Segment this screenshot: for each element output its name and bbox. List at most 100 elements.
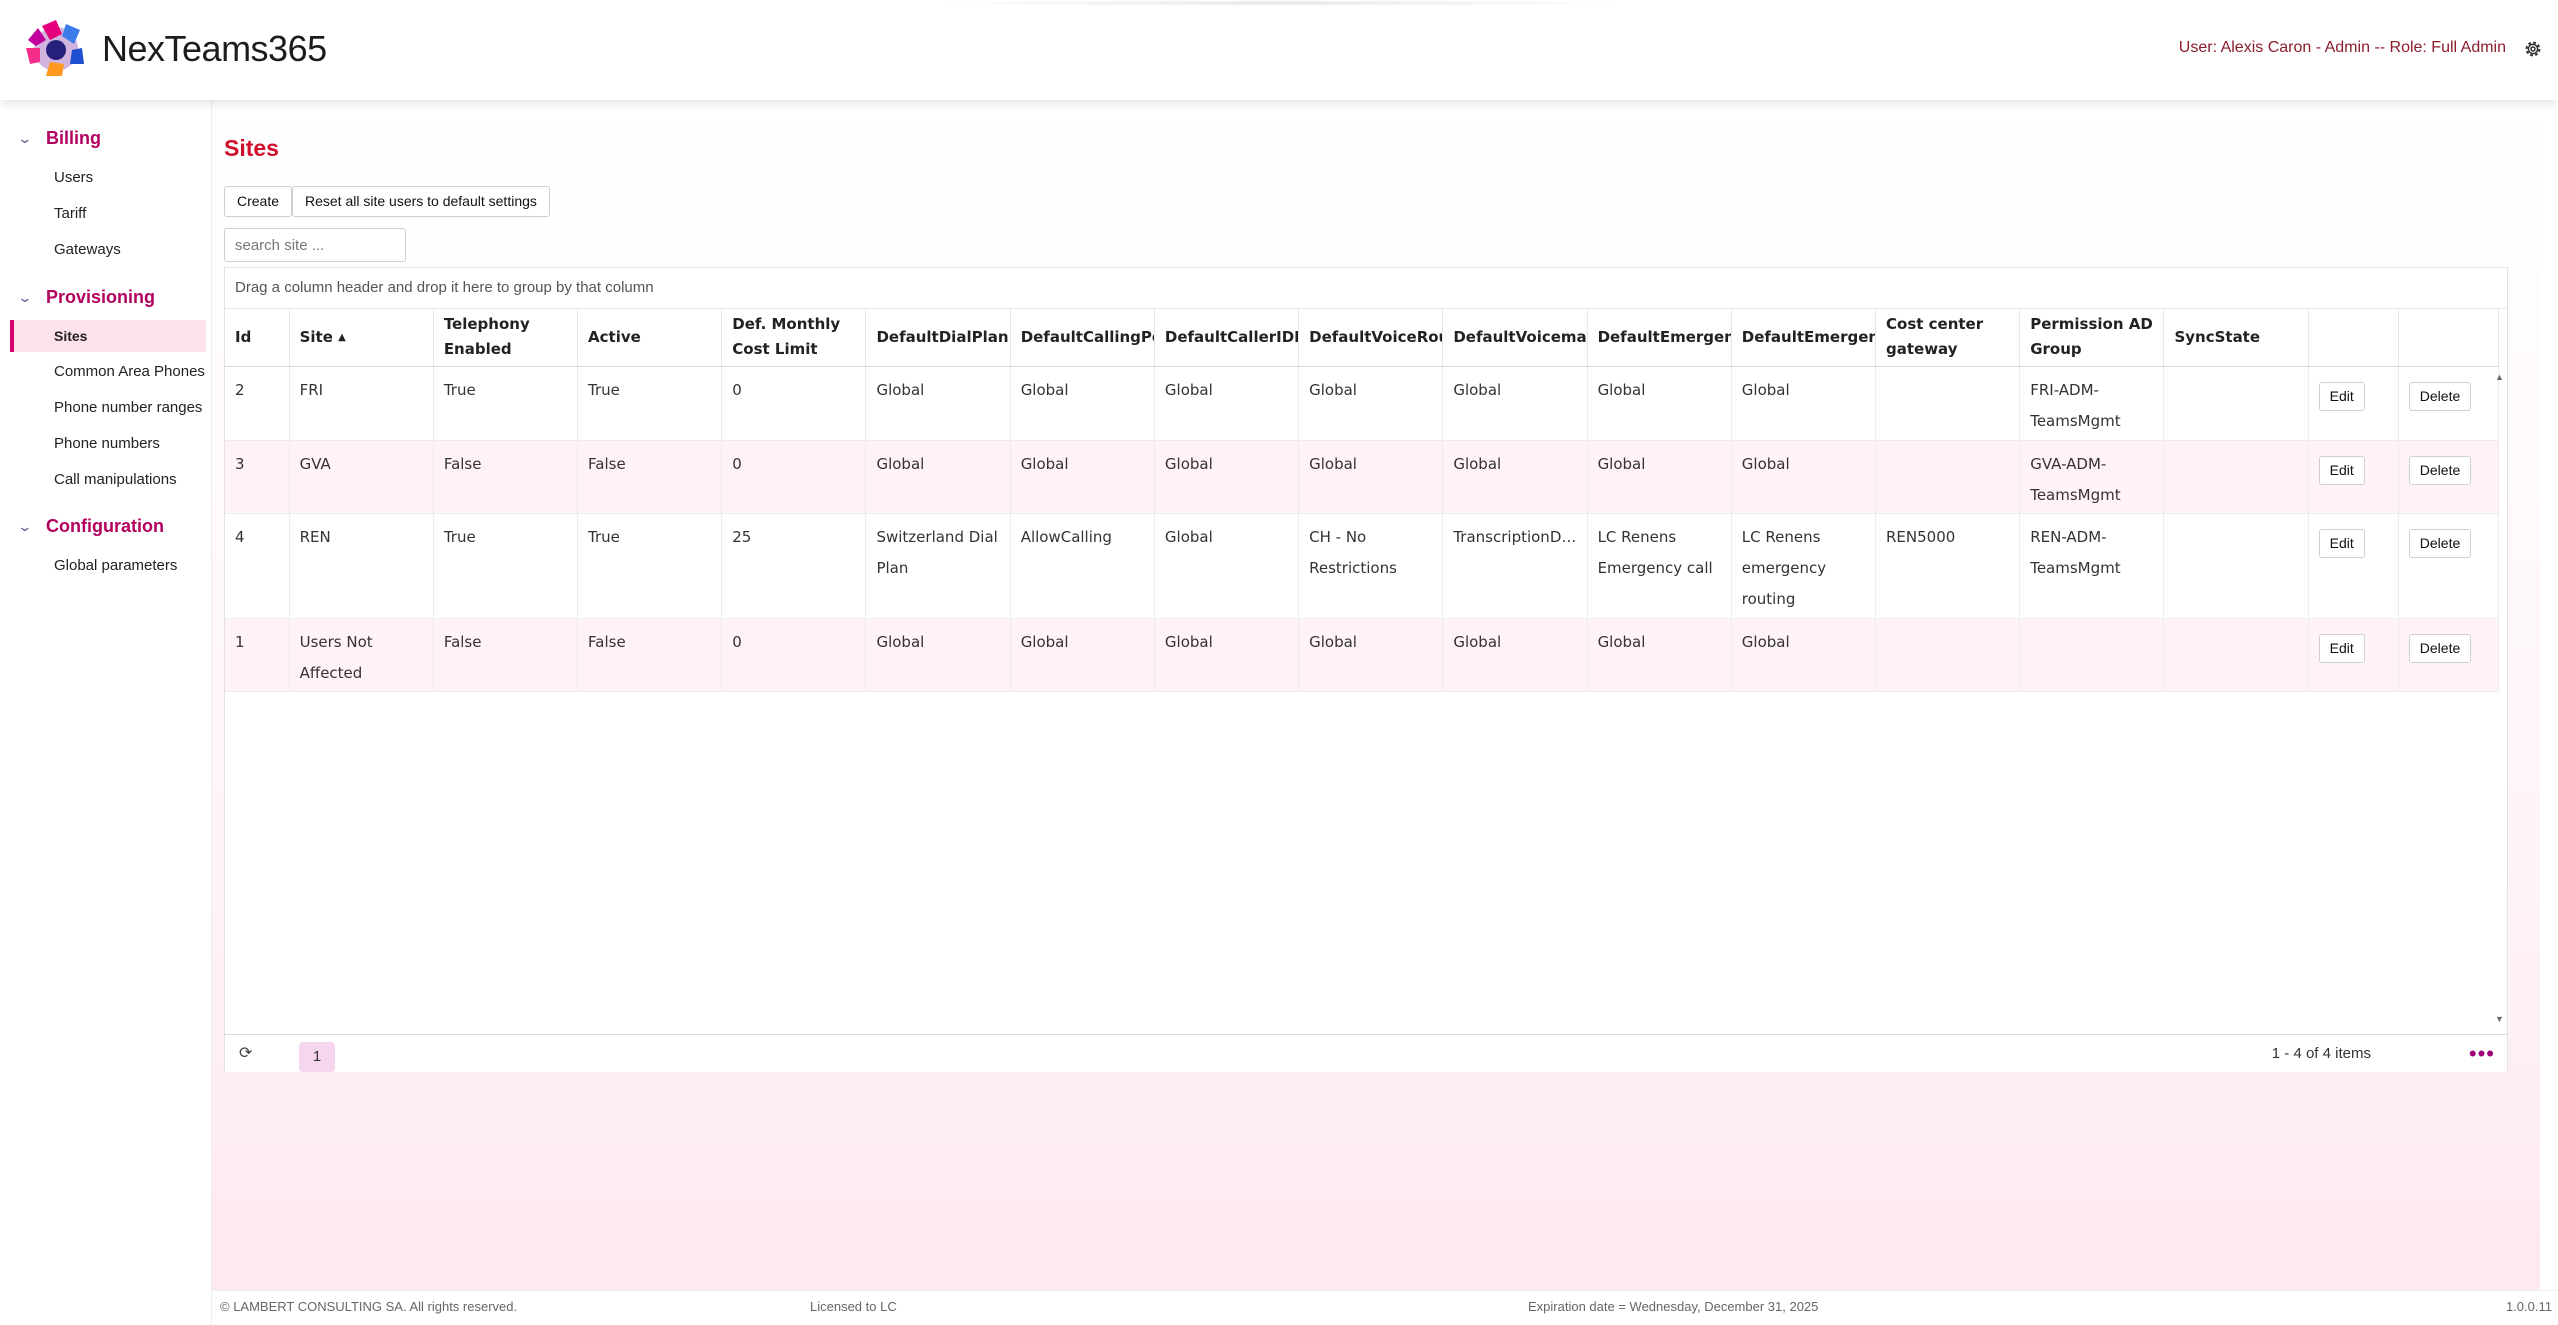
edit-button[interactable]: Edit [2318,528,2365,558]
cell-emergency-call: Global [1597,632,1646,651]
table-row[interactable]: 3 GVA False False 0 Global Global Global… [225,440,2500,514]
cell-cost-limit: 0 [732,380,742,399]
table-row[interactable]: 4 REN True True 25 Switzerland Dial Plan… [225,513,2500,619]
pager-info: 1 - 4 of 4 items [2271,1045,2371,1062]
cell-calling-policy: Global [1020,380,1069,399]
create-button[interactable]: Create [224,186,293,217]
scroll-down-icon[interactable]: ▼ [2495,1014,2504,1024]
cell-telephony: True [443,380,476,399]
cell-telephony: False [443,454,482,473]
cell-caller-id: Global [1164,527,1213,546]
cell-site: REN [299,527,331,546]
sidebar-item-phone-number-ranges[interactable]: Phone number ranges [10,392,206,424]
app-footer: © LAMBERT CONSULTING SA. All rights rese… [212,1290,2558,1325]
cell-emergency-routing: Global [1741,380,1790,399]
delete-button[interactable]: Delete [2408,381,2472,411]
cell-emergency-routing: Global [1741,454,1790,473]
chevron-down-icon: ⌄ [17,130,33,146]
sidebar-item-sites[interactable]: Sites [10,320,206,352]
column-header-active[interactable]: Active [577,309,723,367]
cell-active: True [588,527,620,546]
cell-id: 1 [235,632,245,651]
cell-ad-group: REN-ADM-TeamsMgmt [2030,527,2121,577]
cell-calling-policy: AllowCalling [1020,527,1112,546]
sidebar-item-call-manipulations[interactable]: Call manipulations [10,464,206,496]
cell-voice-routing: Global [1309,632,1357,651]
nav-group-configuration[interactable]: ⌄ Configuration [17,516,164,537]
page-title: Sites [224,135,279,161]
column-header-dial-plan[interactable]: DefaultDialPlan [865,309,1011,367]
cell-voicemail: Global [1453,380,1502,399]
cell-site: GVA [299,454,331,473]
edit-button[interactable]: Edit [2318,455,2365,485]
table-header-row: Id Site ▲ Telephony Enabled Active Def. … [225,309,2500,367]
column-header-voice-routing[interactable]: DefaultVoiceRou [1298,309,1444,367]
search-input[interactable] [224,228,406,262]
column-header-emergency-call[interactable]: DefaultEmergenc [1587,309,1732,367]
sites-grid: Drag a column header and drop it here to… [224,267,2508,1072]
grid-pager: ⟳ 1 1 - 4 of 4 items ••• [225,1034,2507,1072]
cell-site: Users Not Affected [299,632,373,682]
column-header-caller-id-policy[interactable]: DefaultCallerIDP [1154,309,1300,367]
cell-caller-id: Global [1164,454,1213,473]
cell-voicemail: Global [1453,454,1502,473]
column-header-sync-state[interactable]: SyncState [2163,309,2309,367]
cell-active: True [588,380,620,399]
cell-id: 2 [235,380,245,399]
cell-voicemail: TranscriptionDi... [1453,527,1577,546]
column-header-voicemail[interactable]: DefaultVoicemail [1442,309,1588,367]
column-header-monthly-cost-limit[interactable]: Def. Monthly Cost Limit [721,309,867,367]
nav-group-title: Billing [46,128,101,148]
cell-caller-id: Global [1164,632,1213,651]
sidebar: ⌄ Billing Users Tariff Gateways ⌄ Provis… [0,100,212,1325]
sidebar-item-gateways[interactable]: Gateways [10,234,206,266]
cell-emergency-call: Global [1597,454,1646,473]
column-header-telephony-enabled[interactable]: Telephony Enabled [433,309,579,367]
sidebar-item-common-area-phones[interactable]: Common Area Phones [10,356,206,388]
column-header-site[interactable]: Site ▲ [289,309,434,367]
main-content: Sites Create Reset all site users to def… [212,100,2540,1290]
brand-name: NexTeams365 [102,28,327,69]
column-header-id[interactable]: Id [225,309,290,367]
refresh-icon[interactable]: ⟳ [239,1043,252,1063]
more-options-icon[interactable]: ••• [2469,1041,2495,1067]
cell-cost-limit: 0 [732,632,742,651]
sidebar-item-users[interactable]: Users [10,162,206,194]
cell-id: 3 [235,454,245,473]
user-info[interactable]: User: Alexis Caron - Admin -- Role: Full… [2179,39,2506,57]
gear-icon[interactable] [2522,38,2544,60]
nav-group-billing[interactable]: ⌄ Billing [17,128,101,149]
reset-site-users-button[interactable]: Reset all site users to default settings [292,186,550,217]
cell-emergency-routing: Global [1741,632,1790,651]
sidebar-item-tariff[interactable]: Tariff [10,198,206,230]
delete-button[interactable]: Delete [2408,455,2472,485]
cell-emergency-call: LC Renens Emergency call [1597,527,1713,577]
column-header-delete [2398,309,2500,367]
table-row[interactable]: 1 Users Not Affected False False 0 Globa… [225,618,2500,692]
nav-group-provisioning[interactable]: ⌄ Provisioning [17,287,155,308]
group-by-drop-zone[interactable]: Drag a column header and drop it here to… [225,268,2507,309]
column-header-permission-ad-group[interactable]: Permission AD Group [2019,309,2165,367]
delete-button[interactable]: Delete [2408,633,2472,663]
edit-button[interactable]: Edit [2318,381,2365,411]
page-button-current[interactable]: 1 [299,1042,335,1072]
cell-dial-plan: Global [876,380,925,399]
delete-button[interactable]: Delete [2408,528,2472,558]
vertical-scrollbar[interactable]: ▲ ▼ [2493,310,2507,1034]
edit-button[interactable]: Edit [2318,633,2365,663]
table-row[interactable]: 2 FRI True True 0 Global Global Global G… [225,366,2500,441]
cell-telephony: False [443,632,482,651]
cell-gateway: REN5000 [1886,527,1956,546]
cell-emergency-call: Global [1597,380,1646,399]
scroll-up-icon[interactable]: ▲ [2495,372,2504,382]
nexteams-logo-icon [26,20,84,76]
column-header-calling-policy[interactable]: DefaultCallingPol [1010,309,1155,367]
sidebar-item-global-parameters[interactable]: Global parameters [10,550,206,582]
sidebar-item-phone-numbers[interactable]: Phone numbers [10,428,206,460]
column-header-cost-center-gateway[interactable]: Cost center gateway [1875,309,2021,367]
cell-calling-policy: Global [1020,454,1069,473]
app-header: NexTeams365 User: Alexis Caron - Admin -… [0,0,2558,100]
footer-version: 1.0.0.11 [2505,1299,2552,1314]
column-header-label: Site [299,327,333,346]
column-header-emergency-routing[interactable]: DefaultEmergenc [1731,309,1877,367]
